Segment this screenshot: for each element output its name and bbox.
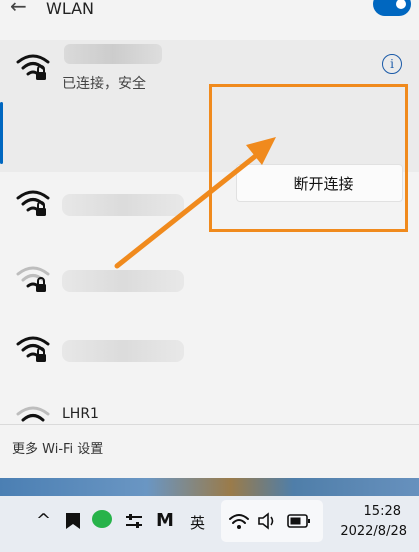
selection-accent — [0, 102, 3, 164]
app-m-icon[interactable]: M — [156, 510, 174, 531]
network-volume-battery-group[interactable] — [221, 500, 323, 542]
wlan-panel: ← WLAN 已连接，安全 i 断开连接 LHR1 更多 Wi-Fi 设置 — [0, 0, 419, 478]
wechat-icon[interactable] — [92, 510, 112, 528]
battery-icon — [287, 514, 310, 528]
clock-time[interactable]: 15:28 — [364, 504, 401, 519]
divider — [0, 424, 419, 425]
more-wifi-settings-link[interactable]: 更多 Wi-Fi 设置 — [12, 438, 103, 457]
toggle-knob — [396, 0, 406, 9]
network-name-obscured — [62, 270, 184, 292]
wifi-secured-icon — [16, 54, 50, 80]
info-icon[interactable]: i — [382, 54, 402, 74]
network-name: LHR1 — [62, 406, 99, 422]
back-arrow-icon[interactable]: ← — [10, 0, 27, 18]
network-name-obscured — [62, 340, 184, 362]
page-title: WLAN — [46, 0, 95, 18]
wifi-icon — [229, 514, 249, 529]
highlight-annotation-box — [209, 84, 408, 232]
ime-indicator[interactable]: 英 — [190, 512, 205, 533]
wifi-secured-icon — [16, 190, 50, 216]
network-item[interactable]: LHR1 — [0, 394, 419, 424]
network-name-obscured — [62, 194, 184, 216]
wlan-header: ← WLAN — [0, 0, 419, 40]
show-hidden-icons-chevron[interactable]: ^ — [36, 510, 51, 531]
wifi-icon — [16, 406, 50, 422]
wifi-weak-secured-icon — [16, 266, 50, 292]
clock-date[interactable]: 2022/8/28 — [340, 524, 407, 539]
taskbar: ^ M 英 15:28 2022/8/28 — [0, 496, 419, 552]
settings-sliders-icon[interactable] — [125, 512, 143, 530]
desktop-wallpaper — [0, 478, 419, 496]
connection-status: 已连接，安全 — [62, 76, 146, 92]
network-name-obscured — [64, 44, 162, 64]
wlan-toggle[interactable] — [373, 0, 411, 16]
app-tray-icon[interactable] — [65, 512, 81, 530]
wifi-secured-icon — [16, 336, 50, 362]
volume-icon — [258, 512, 274, 530]
